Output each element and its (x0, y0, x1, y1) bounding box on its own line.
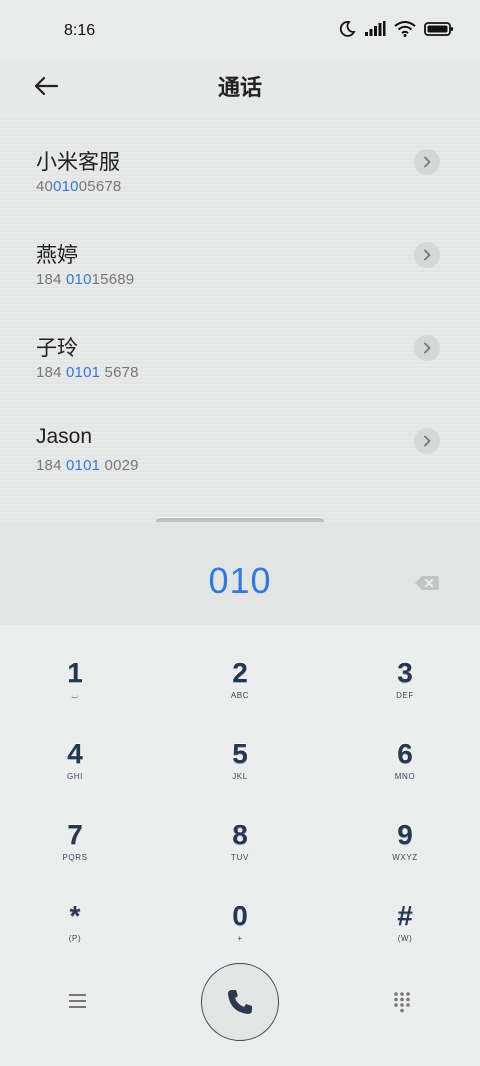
key-8[interactable]: 8 TUV (170, 819, 310, 899)
key-hash[interactable]: # (W) (335, 900, 475, 980)
contact-detail-button[interactable] (414, 149, 440, 175)
contact-name: 子玲 (36, 337, 78, 360)
status-bar: 8:16 (0, 0, 480, 62)
key-star[interactable]: * (P) (5, 900, 145, 980)
phone-icon (228, 990, 252, 1014)
list-item[interactable]: Jason 184 0101 0029 (0, 397, 480, 490)
key-2[interactable]: 2 ABC (170, 657, 310, 737)
key-5[interactable]: 5 JKL (170, 738, 310, 818)
menu-icon (69, 994, 86, 1008)
dial-display: 010 (0, 522, 480, 625)
dialpad-toggle-button[interactable] (392, 991, 412, 1013)
key-1[interactable]: 1 ⌴ (5, 657, 145, 737)
contact-number: 4001005678 (36, 178, 122, 195)
contact-detail-button[interactable] (414, 428, 440, 454)
wifi-icon (394, 21, 416, 37)
key-6[interactable]: 6 MNO (335, 738, 475, 818)
dialed-number: 010 (208, 560, 272, 601)
contact-name: 小米客服 (36, 151, 120, 174)
dialpad-icon (394, 992, 410, 1013)
call-button[interactable] (201, 963, 279, 1041)
contact-name: Jason (36, 425, 93, 448)
chevron-right-icon (424, 342, 431, 354)
key-4[interactable]: 4 GHI (5, 738, 145, 818)
contact-number: 184 0101 0029 (36, 457, 139, 474)
status-icons (338, 20, 454, 38)
menu-button[interactable] (66, 992, 90, 1010)
contact-number: 184 01015689 (36, 271, 135, 288)
chevron-right-icon (424, 435, 431, 447)
backspace-icon (415, 576, 439, 590)
list-item[interactable]: 小米客服 4001005678 (0, 118, 480, 211)
battery-icon (424, 22, 453, 36)
contact-detail-button[interactable] (414, 242, 440, 268)
chevron-right-icon (424, 249, 431, 261)
backspace-button[interactable] (414, 573, 440, 593)
moon-icon (339, 21, 356, 37)
key-3[interactable]: 3 DEF (335, 657, 475, 737)
search-results-list: 小米客服 4001005678 燕婷 184 01015689 子玲 184 0… (0, 118, 480, 520)
chevron-right-icon (424, 156, 431, 168)
contact-detail-button[interactable] (414, 335, 440, 361)
signal-icon (365, 21, 386, 36)
contact-name: 燕婷 (36, 244, 78, 267)
key-9[interactable]: 9 WXYZ (335, 819, 475, 899)
list-item[interactable]: 子玲 184 0101 5678 (0, 304, 480, 397)
status-time: 8:16 (64, 22, 96, 39)
page-header: 通话 (0, 62, 480, 118)
key-7[interactable]: 7 PQRS (5, 819, 145, 899)
list-item[interactable]: 燕婷 184 01015689 (0, 211, 480, 304)
page-title: 通话 (217, 75, 262, 100)
contact-number: 184 0101 5678 (36, 364, 139, 381)
